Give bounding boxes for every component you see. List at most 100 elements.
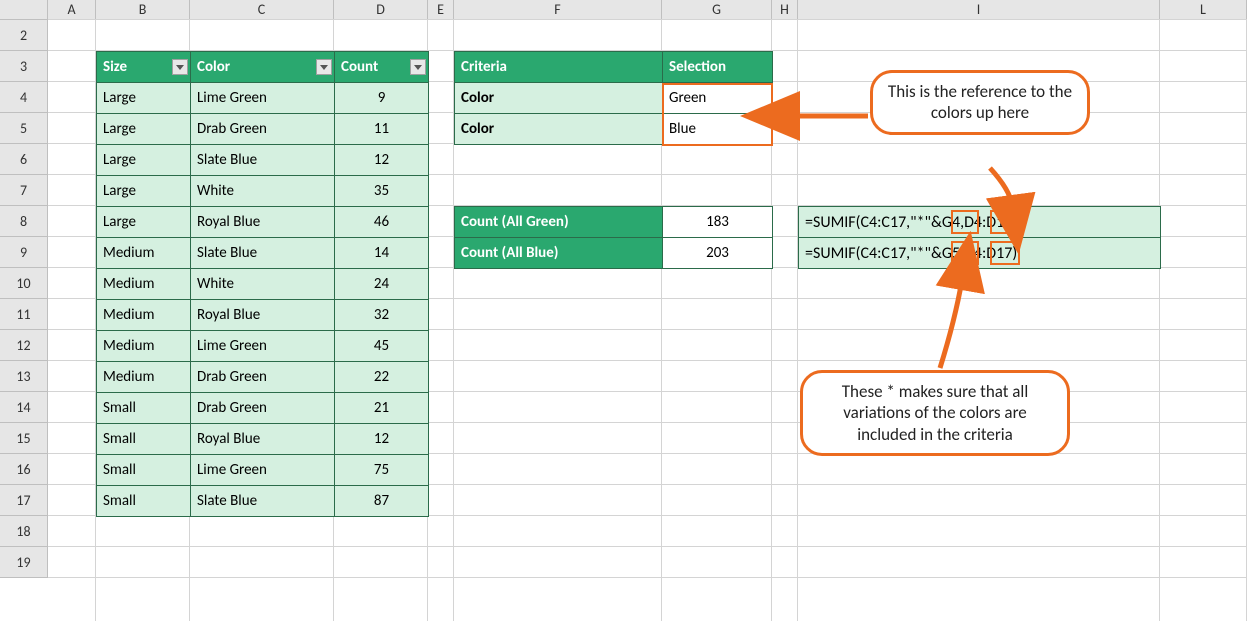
table-row: LargeSlate Blue12 (97, 145, 429, 176)
cell-size[interactable]: Medium (97, 331, 191, 362)
header-size[interactable]: Size (97, 52, 191, 83)
criteria-header-left[interactable]: Criteria (455, 52, 663, 83)
cell-count[interactable]: 14 (335, 238, 429, 269)
filter-dropdown-icon[interactable] (172, 59, 188, 75)
spreadsheet: ABCDEFGHIL 2345678910111213141516171819 … (0, 0, 1247, 621)
cell-color[interactable]: Lime Green (191, 455, 335, 486)
table-row: LargeDrab Green11 (97, 114, 429, 145)
cell-size[interactable]: Large (97, 145, 191, 176)
cell-count[interactable]: 75 (335, 455, 429, 486)
cell-size[interactable]: Large (97, 207, 191, 238)
row-header[interactable]: 5 (0, 113, 48, 144)
filter-dropdown-icon[interactable] (316, 59, 332, 75)
count-value[interactable]: 203 (663, 238, 773, 269)
cell-count[interactable]: 45 (335, 331, 429, 362)
table-row: LargeWhite35 (97, 176, 429, 207)
row-header[interactable]: 13 (0, 361, 48, 392)
cell-color[interactable]: White (191, 176, 335, 207)
cell-size[interactable]: Small (97, 455, 191, 486)
column-header[interactable]: F (454, 0, 662, 20)
criteria-header-right[interactable]: Selection (663, 52, 773, 83)
row-header[interactable]: 12 (0, 330, 48, 361)
header-count-label: Count (341, 58, 378, 76)
cell-count[interactable]: 46 (335, 207, 429, 238)
cell-color[interactable]: Royal Blue (191, 424, 335, 455)
count-label[interactable]: Count (All Green) (455, 207, 663, 238)
row-header[interactable]: 3 (0, 51, 48, 82)
cell-color[interactable]: White (191, 269, 335, 300)
cell-size[interactable]: Small (97, 393, 191, 424)
column-headers: ABCDEFGHIL (0, 0, 1247, 20)
header-color[interactable]: Color (191, 52, 335, 83)
column-header[interactable]: I (798, 0, 1160, 20)
cell-count[interactable]: 22 (335, 362, 429, 393)
cell-size[interactable]: Medium (97, 362, 191, 393)
cell-color[interactable]: Lime Green (191, 83, 335, 114)
column-header[interactable]: B (96, 0, 190, 20)
cell-color[interactable]: Royal Blue (191, 207, 335, 238)
row-header[interactable]: 8 (0, 206, 48, 237)
row-header[interactable]: 4 (0, 82, 48, 113)
cell-size[interactable]: Small (97, 424, 191, 455)
cell-color[interactable]: Slate Blue (191, 238, 335, 269)
formula-cell[interactable]: =SUMIF(C4:C17,"*"&G4,D4:D17) (799, 207, 1161, 238)
column-header[interactable]: H (772, 0, 798, 20)
row-header[interactable]: 19 (0, 547, 48, 578)
formula-cell[interactable]: =SUMIF(C4:C17,"*"&G5,D4:D17) (799, 238, 1161, 269)
cell-count[interactable]: 32 (335, 300, 429, 331)
cell-size[interactable]: Small (97, 486, 191, 517)
column-header[interactable]: G (662, 0, 772, 20)
cell-size[interactable]: Large (97, 176, 191, 207)
column-header[interactable]: D (334, 0, 428, 20)
table-row: MediumWhite24 (97, 269, 429, 300)
cell-color[interactable]: Slate Blue (191, 145, 335, 176)
row-header[interactable]: 6 (0, 144, 48, 175)
column-header[interactable]: E (428, 0, 454, 20)
cell-size[interactable]: Large (97, 83, 191, 114)
cell-count[interactable]: 12 (335, 145, 429, 176)
row-header[interactable]: 2 (0, 20, 48, 51)
cell-color[interactable]: Slate Blue (191, 486, 335, 517)
callout-text: These * makes sure that all variations o… (842, 381, 1028, 445)
cell-size[interactable]: Large (97, 114, 191, 145)
cell-count[interactable]: 21 (335, 393, 429, 424)
column-header[interactable]: A (48, 0, 96, 20)
cell-color[interactable]: Drab Green (191, 393, 335, 424)
cell-count[interactable]: 35 (335, 176, 429, 207)
criteria-row-label[interactable]: Color (455, 114, 663, 145)
select-all-corner[interactable] (0, 0, 48, 20)
cell-count[interactable]: 9 (335, 83, 429, 114)
criteria-row-label[interactable]: Color (455, 83, 663, 114)
cell-count[interactable]: 11 (335, 114, 429, 145)
row-header[interactable]: 17 (0, 485, 48, 516)
cell-color[interactable]: Lime Green (191, 331, 335, 362)
callout-reference: This is the reference to the colors up h… (870, 70, 1090, 135)
cell-size[interactable]: Medium (97, 269, 191, 300)
cell-size[interactable]: Medium (97, 300, 191, 331)
cell-count[interactable]: 12 (335, 424, 429, 455)
count-label[interactable]: Count (All Blue) (455, 238, 663, 269)
row-header[interactable]: 11 (0, 299, 48, 330)
column-header[interactable]: C (190, 0, 334, 20)
row-header[interactable]: 9 (0, 237, 48, 268)
cell-color[interactable]: Drab Green (191, 362, 335, 393)
row-header[interactable]: 7 (0, 175, 48, 206)
filter-dropdown-icon[interactable] (410, 59, 426, 75)
cell-count[interactable]: 87 (335, 486, 429, 517)
column-header[interactable]: L (1160, 0, 1247, 20)
cell-count[interactable]: 24 (335, 269, 429, 300)
header-count[interactable]: Count (335, 52, 429, 83)
count-value[interactable]: 183 (663, 207, 773, 238)
cell-size[interactable]: Medium (97, 238, 191, 269)
row-header[interactable]: 10 (0, 268, 48, 299)
cell-color[interactable]: Royal Blue (191, 300, 335, 331)
count-table: Count (All Green) 183 Count (All Blue) 2… (454, 206, 773, 269)
cell-color[interactable]: Drab Green (191, 114, 335, 145)
criteria-row-value[interactable]: Green (663, 83, 773, 114)
row-header[interactable]: 15 (0, 423, 48, 454)
criteria-row-value[interactable]: Blue (663, 114, 773, 145)
row-header[interactable]: 16 (0, 454, 48, 485)
row-header[interactable]: 14 (0, 392, 48, 423)
row-header[interactable]: 18 (0, 516, 48, 547)
table-row: LargeLime Green9 (97, 83, 429, 114)
